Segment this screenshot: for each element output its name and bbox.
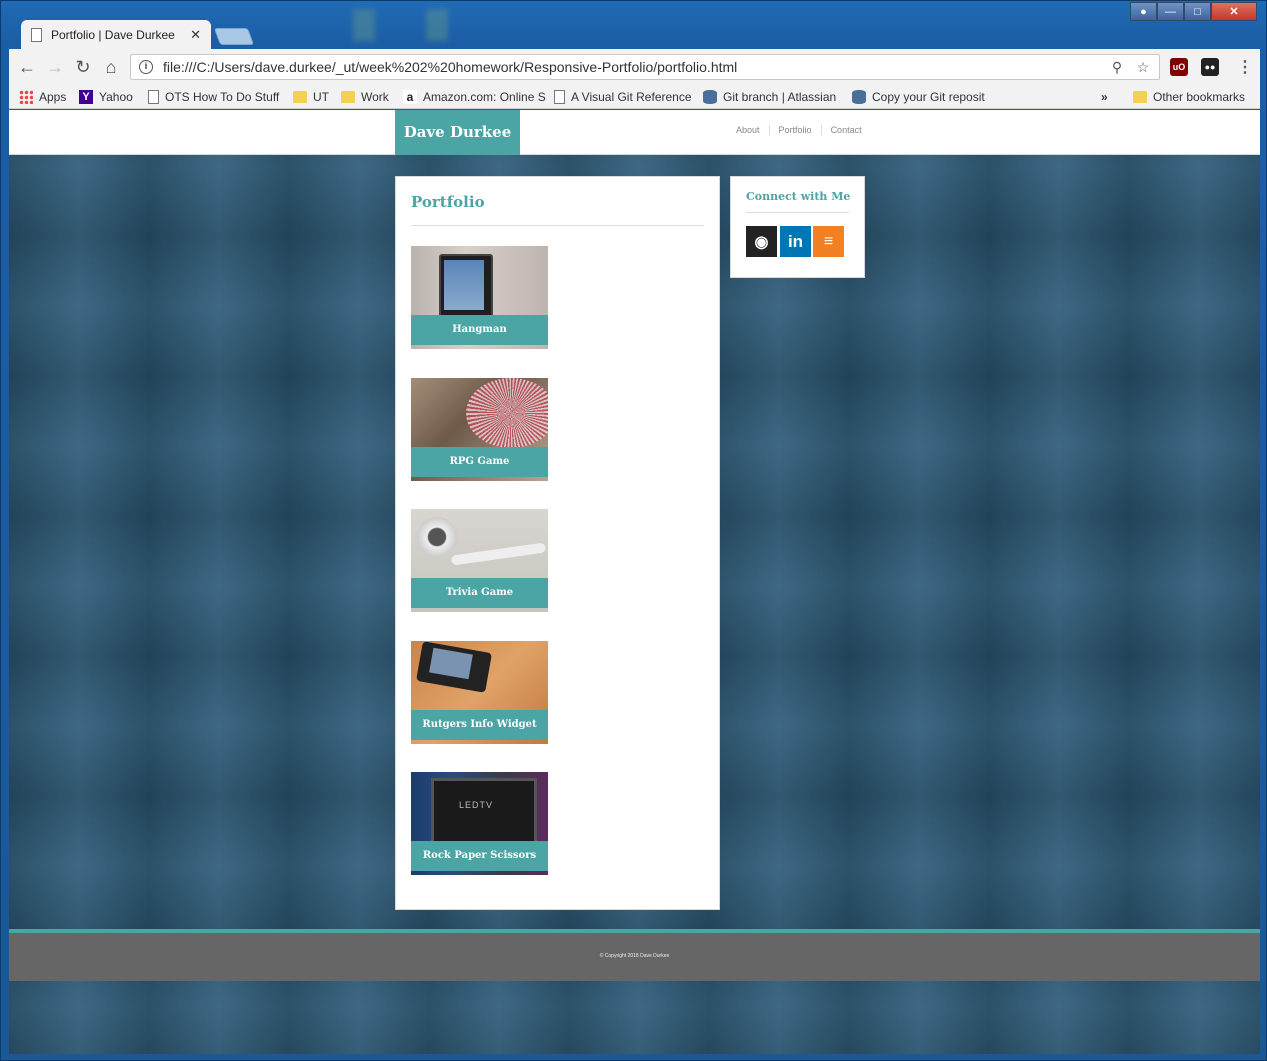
info-icon[interactable]: i xyxy=(139,60,153,74)
bookmark-label: UT xyxy=(313,90,329,104)
bookmark-copy-git[interactable]: Copy your Git reposit xyxy=(852,88,985,106)
bookmark-ots[interactable]: OTS How To Do Stuff xyxy=(148,88,279,106)
bookmark-label: Work xyxy=(361,90,389,104)
database-icon xyxy=(703,90,717,104)
menu-icon[interactable]: ⋮ xyxy=(1237,57,1253,77)
project-rutgers[interactable]: Rutgers Info Widget xyxy=(411,641,548,744)
bookmark-label: Yahoo xyxy=(99,90,133,104)
browser-tab[interactable]: Portfolio | Dave Durkee ✕ xyxy=(21,20,211,49)
star-icon[interactable]: ☆ xyxy=(1133,59,1153,76)
linkedin-icon[interactable]: in xyxy=(780,226,811,257)
site-header: Dave Durkee About Portfolio Contact xyxy=(9,110,1260,155)
forward-arrow-icon[interactable]: → xyxy=(44,56,66,78)
tab-close-button[interactable]: ✕ xyxy=(190,27,201,43)
tab-title: Portfolio | Dave Durkee xyxy=(51,27,175,42)
project-trivia[interactable]: Trivia Game xyxy=(411,509,548,612)
title-divider xyxy=(411,225,704,226)
project-caption: Hangman xyxy=(411,315,548,345)
connect-title: Connect with Me xyxy=(746,190,851,203)
bookmark-amazon[interactable]: a Amazon.com: Online S xyxy=(403,88,546,106)
bookmark-label: OTS How To Do Stuff xyxy=(165,90,280,104)
minimize-button[interactable]: — xyxy=(1157,2,1184,21)
home-icon[interactable]: ⌂ xyxy=(100,56,122,78)
portfolio-card: Portfolio Hangman RPG Game Trivia Game R… xyxy=(395,176,720,910)
project-caption: RPG Game xyxy=(411,447,548,477)
desktop-icon-ghost xyxy=(426,9,448,41)
bookmark-ut[interactable]: UT xyxy=(293,88,329,106)
profile-button[interactable]: ● xyxy=(1130,2,1157,21)
copyright-text: © Copyright 2018 Dave Durkee xyxy=(599,953,670,959)
bookmark-git-reference[interactable]: A Visual Git Reference xyxy=(554,88,692,106)
window-controls: ● — □ ✕ xyxy=(1130,2,1257,22)
title-bar: Portfolio | Dave Durkee ✕ ● — □ ✕ xyxy=(1,1,1267,49)
close-window-button[interactable]: ✕ xyxy=(1211,2,1257,21)
maximize-button[interactable]: □ xyxy=(1184,2,1211,21)
site-footer: © Copyright 2018 Dave Durkee xyxy=(9,929,1260,981)
nav-contact[interactable]: Contact xyxy=(820,125,871,135)
site-nav: About Portfolio Contact xyxy=(731,125,871,135)
page-viewport: Dave Durkee About Portfolio Contact Port… xyxy=(9,110,1260,1054)
bookmark-other[interactable]: Other bookmarks xyxy=(1133,88,1245,106)
page-icon xyxy=(554,90,565,104)
connect-divider xyxy=(746,212,849,213)
address-bar[interactable]: i file:///C:/Users/dave.durkee/_ut/week%… xyxy=(130,54,1160,80)
page-icon xyxy=(31,27,42,42)
project-caption: Rock Paper Scissors xyxy=(411,841,548,871)
nav-about[interactable]: About xyxy=(731,125,769,135)
github-icon[interactable]: ◉ xyxy=(746,226,777,257)
bookmark-label: Copy your Git reposit xyxy=(872,90,985,104)
page-title: Portfolio xyxy=(411,193,485,211)
yahoo-icon: Y xyxy=(79,90,93,104)
project-caption: Trivia Game xyxy=(411,578,548,608)
extension-icon[interactable]: ●● xyxy=(1201,58,1219,76)
url-text[interactable]: file:///C:/Users/dave.durkee/_ut/week%20… xyxy=(163,59,1107,75)
bookmark-label: A Visual Git Reference xyxy=(571,90,692,104)
bookmark-label: Other bookmarks xyxy=(1153,90,1246,104)
browser-window: Portfolio | Dave Durkee ✕ ● — □ ✕ ← → ↻ … xyxy=(0,0,1267,1061)
browser-toolbar: ← → ↻ ⌂ i file:///C:/Users/dave.durkee/_… xyxy=(9,49,1260,85)
apps-icon xyxy=(19,90,33,104)
project-rpg[interactable]: RPG Game xyxy=(411,378,548,481)
project-rps[interactable]: Rock Paper Scissors xyxy=(411,772,548,875)
site-brand[interactable]: Dave Durkee xyxy=(395,110,520,155)
new-tab-button[interactable] xyxy=(213,28,255,45)
reload-icon[interactable]: ↻ xyxy=(72,56,94,78)
bookmark-work[interactable]: Work xyxy=(341,88,389,106)
bookmark-git-branch[interactable]: Git branch | Atlassian xyxy=(703,88,836,106)
back-arrow-icon[interactable]: ← xyxy=(16,56,38,78)
project-caption: Rutgers Info Widget xyxy=(411,710,548,740)
bookmarks-bar: Apps Y Yahoo OTS How To Do Stuff UT Work … xyxy=(9,85,1260,109)
zoom-icon[interactable]: ⚲ xyxy=(1107,59,1127,76)
bookmarks-overflow-button[interactable]: » xyxy=(1101,88,1108,106)
folder-icon xyxy=(1133,91,1147,103)
nav-portfolio[interactable]: Portfolio xyxy=(768,125,821,135)
bookmark-label: Amazon.com: Online S xyxy=(423,90,546,104)
bookmark-label: Git branch | Atlassian xyxy=(723,90,837,104)
stackoverflow-icon[interactable]: ≡ xyxy=(813,226,844,257)
project-hangman[interactable]: Hangman xyxy=(411,246,548,349)
bookmark-label: Apps xyxy=(39,90,67,104)
folder-icon xyxy=(293,91,307,103)
desktop-icon-ghost xyxy=(353,9,375,41)
database-icon xyxy=(852,90,866,104)
connect-card: Connect with Me ◉ in ≡ xyxy=(730,176,865,278)
bookmark-yahoo[interactable]: Y Yahoo xyxy=(79,88,133,106)
page-icon xyxy=(148,90,159,104)
folder-icon xyxy=(341,91,355,103)
bookmark-apps[interactable]: Apps xyxy=(19,88,66,106)
ublock-icon[interactable]: uO xyxy=(1170,58,1188,76)
amazon-icon: a xyxy=(403,90,417,104)
